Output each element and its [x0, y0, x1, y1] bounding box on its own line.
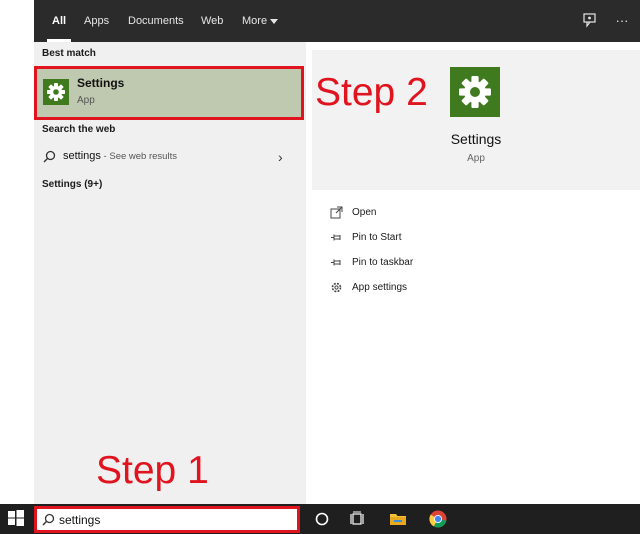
web-result-row[interactable]: settings - See web results › — [34, 146, 306, 168]
best-match-label: Best match — [42, 48, 96, 59]
best-match-subtitle: App — [77, 95, 95, 106]
gear-icon — [329, 281, 343, 295]
results-pane: Best match Settings App Search the web s… — [34, 42, 306, 504]
more-options-icon[interactable]: ··· — [613, 12, 631, 30]
web-result-suffix: - See web results — [100, 151, 177, 162]
action-pin-to-taskbar[interactable]: Pin to taskbar — [329, 255, 579, 273]
windows-start-icon[interactable] — [7, 509, 27, 529]
best-match-settings[interactable]: Settings App — [34, 66, 304, 120]
action-app-settings-label: App settings — [352, 282, 408, 293]
tab-all[interactable]: All — [46, 0, 72, 42]
file-explorer-icon[interactable] — [388, 509, 408, 529]
action-open-label: Open — [352, 207, 377, 218]
tab-apps[interactable]: Apps — [84, 0, 109, 42]
action-pin-to-start-label: Pin to Start — [352, 232, 402, 243]
best-match-title: Settings — [77, 76, 125, 90]
left-edge-strip — [0, 0, 34, 42]
search-icon — [43, 150, 56, 168]
settings-group-label[interactable]: Settings (9+) — [42, 179, 102, 190]
tab-more-label: More — [242, 15, 268, 27]
chevron-right-icon[interactable]: › — [278, 149, 283, 165]
preview-subtitle: App — [467, 153, 485, 164]
search-the-web-label: Search the web — [42, 124, 116, 135]
chrome-icon[interactable] — [428, 509, 448, 529]
step-1-annotation: Step 1 — [96, 449, 209, 492]
tab-more[interactable]: More — [242, 0, 279, 42]
search-input[interactable] — [59, 511, 289, 529]
taskbar-search-box[interactable] — [34, 506, 300, 533]
tab-documents[interactable]: Documents — [128, 0, 184, 42]
action-open[interactable]: Open — [329, 205, 579, 223]
search-icon — [42, 513, 55, 531]
action-pin-to-start[interactable]: Pin to Start — [329, 230, 579, 248]
gear-icon — [450, 67, 500, 117]
taskbar — [0, 504, 640, 534]
web-result-text: settings - See web results — [63, 150, 177, 162]
feedback-icon[interactable] — [581, 12, 599, 30]
gear-icon — [43, 79, 69, 105]
preview-title: Settings — [450, 131, 502, 147]
preview-pane: Settings App Open Pin to Start Pin to ta… — [312, 50, 640, 504]
tab-web[interactable]: Web — [201, 0, 223, 42]
task-view-icon[interactable] — [348, 509, 368, 529]
pin-icon — [329, 256, 343, 270]
search-filter-bar: All Apps Documents Web More ··· — [0, 0, 640, 42]
cortana-icon[interactable] — [312, 509, 332, 529]
screen: { "tabs": [ {"label": "All", "active": t… — [0, 0, 640, 534]
pin-icon — [329, 231, 343, 245]
action-pin-to-taskbar-label: Pin to taskbar — [352, 257, 414, 268]
step-2-annotation: Step 2 — [315, 71, 428, 114]
web-result-query: settings — [63, 150, 101, 162]
open-icon — [329, 206, 343, 220]
chevron-down-icon — [270, 18, 279, 24]
action-app-settings[interactable]: App settings — [329, 280, 579, 298]
